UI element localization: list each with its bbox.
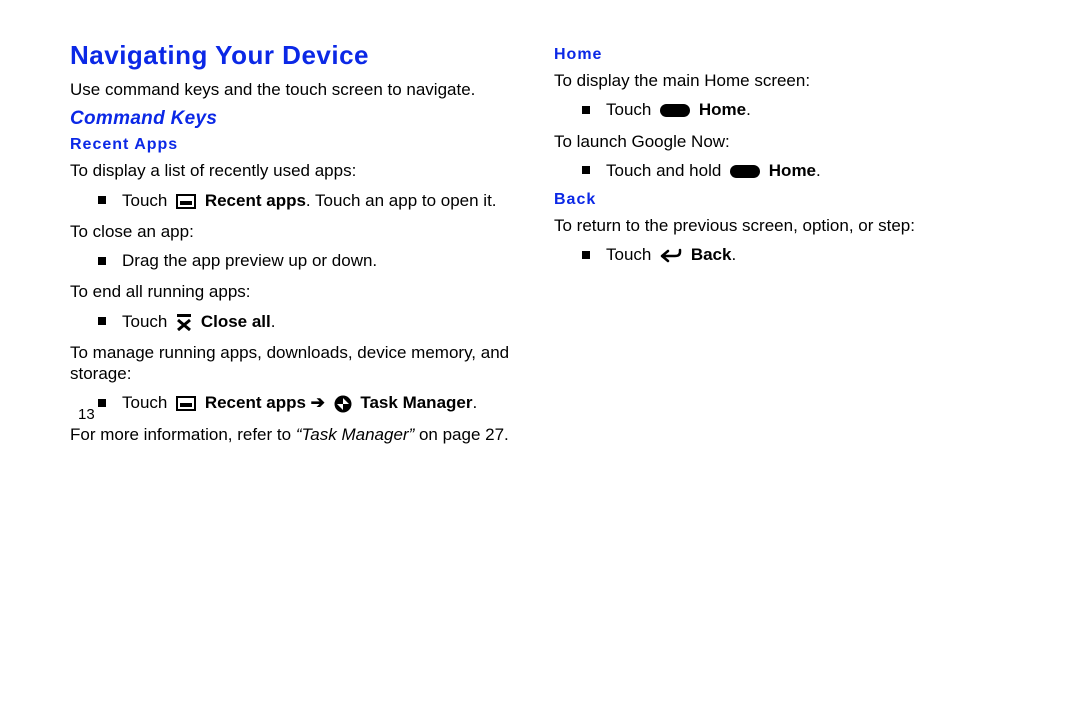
bullet-task-manager: Touch Recent apps ➔ Task Manager. [98,392,526,413]
text-bold: Home [769,161,816,180]
bullet-icon [98,196,106,204]
bullet-icon [582,166,590,174]
page: Navigating Your Device Use command keys … [0,0,1080,453]
text-bold: Recent apps [205,191,306,210]
text-pre: For more information, refer to [70,425,296,444]
text-pre: Touch [606,100,656,119]
bullet-icon [98,257,106,265]
text-post: . [816,161,821,180]
arrow: ➔ [306,393,330,412]
text-pre: Touch [122,393,172,412]
home-p1: To display the main Home screen: [554,70,1010,91]
text-bold2: Task Manager [360,393,472,412]
text-post: . [746,100,751,119]
bullet-home: Touch Home. [582,99,1010,120]
home-button-icon [660,104,690,117]
right-column: Home To display the main Home screen: To… [554,40,1010,453]
page-number: 13 [78,406,95,423]
bullet-content: Touch Recent apps. Touch an app to open … [122,190,497,211]
bullet-content: Touch and hold Home. [606,160,821,181]
bullet-icon [98,317,106,325]
close-all-icon [176,313,192,331]
bullet-recent-apps: Touch Recent apps. Touch an app to open … [98,190,526,211]
bullet-content: Drag the app preview up or down. [122,250,377,271]
bullet-content: Touch Home. [606,99,751,120]
text-ital: “Task Manager” [296,425,414,444]
text-bold: Home [699,100,746,119]
bullet-close-all: Touch Close all. [98,311,526,332]
bullet-icon [582,251,590,259]
text-pre: Touch and hold [606,161,726,180]
text-bold: Close all [201,312,271,331]
heading-3-home: Home [554,46,1010,64]
recent-p2: To close an app: [70,221,526,242]
text-pre: Touch [122,191,172,210]
bullet-icon [98,399,106,407]
recent-p4: To manage running apps, downloads, devic… [70,342,526,385]
home-button-icon [730,165,760,178]
heading-3-recent-apps: Recent Apps [70,136,526,154]
text-pre: Touch [122,312,172,331]
text-post: . Touch an app to open it. [306,191,497,210]
text-post: . [472,393,477,412]
back-icon [660,248,682,264]
bullet-back: Touch Back. [582,244,1010,265]
heading-2-command-keys: Command Keys [70,108,526,130]
bullet-content: Touch Recent apps ➔ Task Manager. [122,392,477,413]
heading-1: Navigating Your Device [70,40,526,71]
text-bold: Back [691,245,732,264]
text-post: . [731,245,736,264]
back-p1: To return to the previous screen, option… [554,215,1010,236]
recent-apps-icon [176,396,196,411]
bullet-drag: Drag the app preview up or down. [98,250,526,271]
heading-3-back: Back [554,191,1010,209]
recent-p1: To display a list of recently used apps: [70,160,526,181]
text-post: . [271,312,276,331]
left-column: Navigating Your Device Use command keys … [70,40,526,453]
recent-p5: For more information, refer to “Task Man… [70,424,526,445]
text-pre: Touch [606,245,656,264]
recent-apps-icon [176,194,196,209]
text-post: on page 27. [414,425,509,444]
bullet-content: Touch Back. [606,244,736,265]
task-manager-icon [334,395,352,413]
home-p2: To launch Google Now: [554,131,1010,152]
bullet-google-now: Touch and hold Home. [582,160,1010,181]
bullet-content: Touch Close all. [122,311,275,332]
text-bold1: Recent apps [205,393,306,412]
bullet-icon [582,106,590,114]
intro-text: Use command keys and the touch screen to… [70,79,526,100]
recent-p3: To end all running apps: [70,281,526,302]
